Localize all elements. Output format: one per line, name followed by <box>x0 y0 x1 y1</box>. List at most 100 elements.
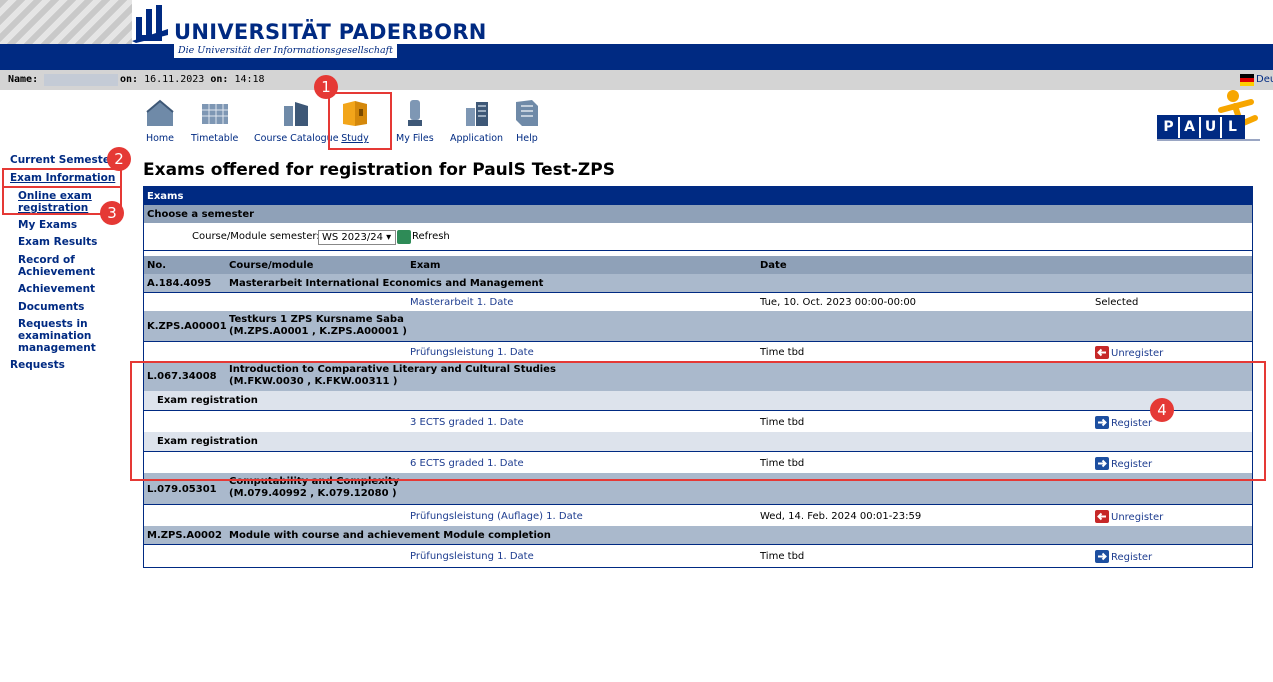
annotation-box-comparative-registration <box>130 361 1266 481</box>
table-row: Prüfungsleistung (Auflage) 1. Date Wed, … <box>144 504 1252 526</box>
course-catalogue-icon <box>284 102 309 126</box>
unregister-button[interactable]: Unregister <box>1095 346 1163 359</box>
course-number: M.ZPS.A0002 <box>147 530 222 541</box>
paul-letter: L <box>1222 117 1243 138</box>
paul-letter: U <box>1201 117 1222 138</box>
name-label: Name: <box>8 74 39 85</box>
col-no: No. <box>147 260 167 271</box>
nav-my-files[interactable]: My Files <box>396 98 434 144</box>
course-title: Module with course and achievement Modul… <box>229 530 551 541</box>
paul-letter: A <box>1180 117 1201 138</box>
choose-semester-label: Choose a semester <box>147 209 255 220</box>
name-value-redacted <box>44 74 118 86</box>
section-title: Exams <box>147 191 184 202</box>
nav-timetable[interactable]: Timetable <box>191 98 238 144</box>
exam-date: Time tbd <box>760 347 805 358</box>
annotation-box-exam-information <box>2 168 122 188</box>
unregister-arrow-icon <box>1095 510 1109 523</box>
table-row: Prüfungsleistung 1. Date Time tbd Regist… <box>144 544 1252 567</box>
exam-link[interactable]: Masterarbeit 1. Date <box>410 297 513 308</box>
my-files-icon <box>407 100 422 126</box>
course-number: L.079.05301 <box>147 484 217 495</box>
sidebar-item-documents[interactable]: Documents <box>18 301 84 313</box>
session-datetime: on: 16.11.2023 on: 14:18 <box>120 70 265 90</box>
exam-link[interactable]: Prüfungsleistung (Auflage) 1. Date <box>410 511 583 522</box>
nav-my-files-label: My Files <box>396 133 434 144</box>
refresh-button[interactable]: Refresh <box>412 231 450 242</box>
semester-chooser-header: Choose a semester <box>144 205 1252 223</box>
paul-letter: P <box>1159 117 1180 138</box>
semester-select[interactable]: WS 2023/24 ▾ <box>318 230 396 245</box>
date-value: 16.11.2023 <box>144 74 205 85</box>
table-row: Masterarbeit 1. Date Tue, 10. Oct. 2023 … <box>144 292 1252 311</box>
refresh-icon[interactable] <box>397 230 411 244</box>
application-icon <box>465 102 488 126</box>
timetable-icon <box>201 104 228 124</box>
exam-date: Time tbd <box>760 551 805 562</box>
exam-link[interactable]: Prüfungsleistung 1. Date <box>410 347 534 358</box>
table-header: No. Course/module Exam Date <box>144 256 1252 274</box>
nav-help[interactable]: Help <box>512 98 542 144</box>
sidebar-item-achievement[interactable]: Achievement <box>18 283 95 295</box>
university-logo-icon <box>132 5 168 43</box>
register-arrow-icon <box>1095 550 1109 563</box>
course-number: A.184.4095 <box>147 278 212 289</box>
sidebar-item-exam-results[interactable]: Exam Results <box>18 236 97 248</box>
page-title: Exams offered for registration for PaulS… <box>143 160 615 180</box>
exam-date: Wed, 14. Feb. 2024 00:01-23:59 <box>760 511 922 522</box>
home-icon <box>146 99 174 126</box>
nav-application[interactable]: Application <box>450 98 503 144</box>
annotation-number-2: 2 <box>107 147 131 171</box>
sidebar-item-my-exams[interactable]: My Exams <box>18 219 77 231</box>
exam-status: Selected <box>1095 297 1139 308</box>
unregister-arrow-icon <box>1095 346 1109 359</box>
register-label: Register <box>1111 552 1153 563</box>
help-icon <box>516 100 538 126</box>
unregister-label: Unregister <box>1111 512 1164 523</box>
table-row: M.ZPS.A0002 Module with course and achie… <box>144 526 1252 544</box>
unregister-button[interactable]: Unregister <box>1095 510 1163 523</box>
unregister-label: Unregister <box>1111 348 1164 359</box>
nav-timetable-label: Timetable <box>191 133 239 144</box>
sidebar-item-requests[interactable]: Requests <box>10 359 65 371</box>
register-button[interactable]: Register <box>1095 550 1152 563</box>
course-number: K.ZPS.A00001 <box>147 321 227 332</box>
nav-course-catalogue[interactable]: Course Catalogue <box>254 98 339 144</box>
date-prefix: on: <box>120 74 139 85</box>
col-exam: Exam <box>410 260 441 271</box>
course-title: Testkurs 1 ZPS Kursname Saba <box>229 314 404 325</box>
annotation-box-study <box>328 92 392 150</box>
annotation-number-4: 4 <box>1150 398 1174 422</box>
table-section-header: Exams <box>144 187 1252 205</box>
course-title: Masterarbeit International Economics and… <box>229 278 544 289</box>
language-switch[interactable]: Deu <box>1256 70 1273 90</box>
semester-chooser-row: Course/Module semester: WS 2023/24 ▾ Ref… <box>144 223 1252 250</box>
course-codes: (M.079.40992 , K.079.12080 ) <box>229 488 397 499</box>
nav-help-label: Help <box>516 133 538 144</box>
paul-logo: P A U L <box>1157 115 1245 140</box>
nav-home[interactable]: Home <box>145 98 175 144</box>
sidebar-item-requests-in-examination-management[interactable]: Requests in examination management <box>18 318 118 354</box>
col-date: Date <box>760 260 787 271</box>
page-header: UNIVERSITÄT PADERBORN Die Universität de… <box>0 0 1273 70</box>
paul-logo-tagline <box>1157 139 1260 141</box>
sidebar-item-current-semester[interactable]: Current Semester <box>10 154 115 166</box>
annotation-number-1: 1 <box>314 75 338 99</box>
col-course: Course/module <box>229 260 314 271</box>
nav-home-label: Home <box>145 133 175 144</box>
exam-date: Tue, 10. Oct. 2023 00:00-00:00 <box>760 297 917 308</box>
table-row: A.184.4095 Masterarbeit International Ec… <box>144 274 1252 292</box>
annotation-number-3: 3 <box>100 201 124 225</box>
sidebar-item-record-of-achievement[interactable]: Record of Achievement <box>18 254 114 278</box>
semester-select-value: WS 2023/24 <box>322 232 383 243</box>
semester-field-label: Course/Module semester: <box>192 231 320 242</box>
table-row: Prüfungsleistung 1. Date Time tbd Unregi… <box>144 341 1252 361</box>
german-flag-icon[interactable] <box>1240 74 1254 86</box>
header-decoration <box>0 0 132 44</box>
exam-link[interactable]: Prüfungsleistung 1. Date <box>410 551 534 562</box>
course-codes: (M.ZPS.A0001 , K.ZPS.A00001 ) <box>229 326 407 337</box>
info-bar: Name: on: 16.11.2023 on: 14:18 Deu <box>0 70 1273 90</box>
time-value: 14:18 <box>234 74 265 85</box>
university-subtitle: Die Universität der Informationsgesellsc… <box>174 44 397 58</box>
nav-application-label: Application <box>450 133 504 144</box>
